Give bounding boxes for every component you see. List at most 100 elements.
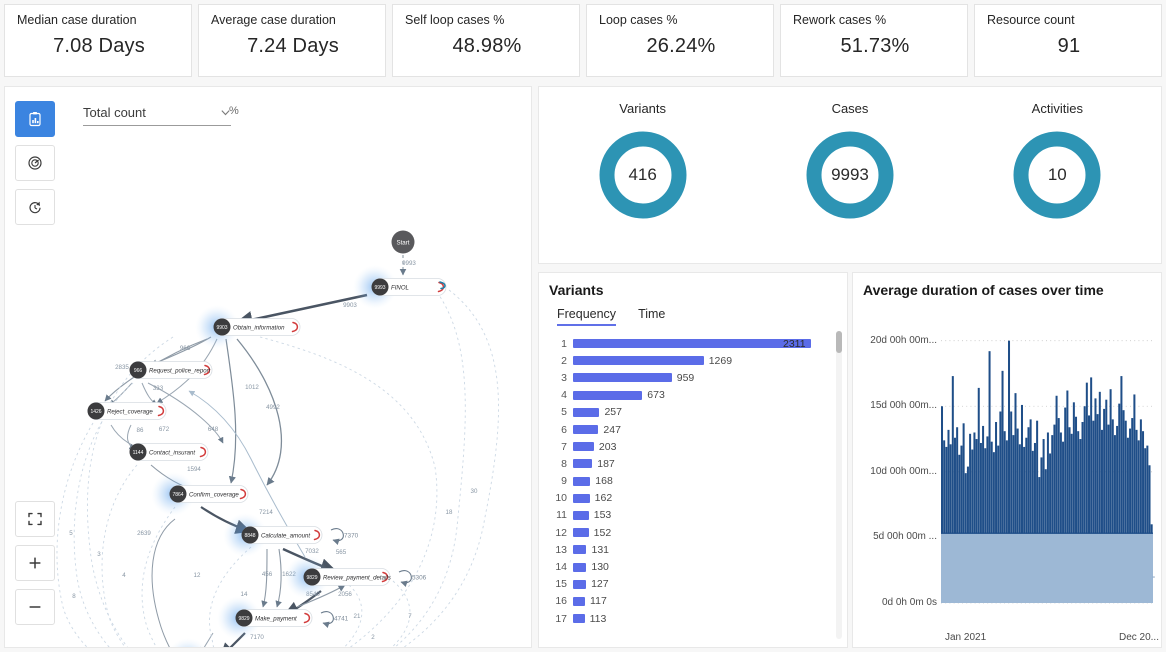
process-graph[interactable]: 999399039662835333 1012499286 672 648159472… <box>5 87 532 648</box>
duration-bar <box>1120 376 1123 534</box>
performance-view-button[interactable] <box>15 145 55 181</box>
variant-row[interactable]: 15 127 <box>547 576 839 593</box>
variant-bar[interactable] <box>573 596 586 606</box>
variant-bar[interactable] <box>573 476 591 486</box>
variant-bar[interactable] <box>573 373 672 383</box>
metric-select[interactable]: Total count <box>83 105 231 126</box>
donut-variants: Variants 416 <box>539 101 746 263</box>
variant-bar[interactable] <box>573 510 589 520</box>
variant-value: 187 <box>597 457 615 470</box>
frequency-view-button[interactable] <box>15 101 55 137</box>
edge-label: 7032 <box>305 548 319 555</box>
variant-bar[interactable] <box>573 339 811 349</box>
variants-scrollbar-thumb[interactable] <box>836 331 842 353</box>
edge-label: 456 <box>262 571 273 578</box>
variant-bar[interactable] <box>573 459 593 469</box>
duration-chart-plot[interactable]: 0d 0h 0m 0s 5d 00h 00m ... 10d 00h 00m... 1… <box>853 309 1163 649</box>
node-count: 966 <box>134 368 143 374</box>
duration-bar <box>1129 428 1132 534</box>
duration-bar <box>1087 415 1091 534</box>
duration-bar <box>1008 340 1011 534</box>
variant-bar[interactable] <box>573 390 643 400</box>
process-node-finol[interactable]: 9993 FINOL <box>353 265 447 309</box>
variant-bar[interactable] <box>573 356 704 366</box>
variant-rank: 3 <box>561 371 567 384</box>
variant-bar[interactable] <box>573 442 594 452</box>
variant-row[interactable]: 17 113 <box>547 610 839 627</box>
duration-bar <box>1055 395 1058 534</box>
start-node[interactable]: Start <box>391 230 415 254</box>
variant-bar[interactable] <box>573 407 600 417</box>
variant-bar[interactable] <box>573 562 587 572</box>
variant-row[interactable]: 9 168 <box>547 473 839 490</box>
zoom-in-button[interactable] <box>15 545 55 581</box>
tab-time[interactable]: Time <box>638 307 665 326</box>
variant-row[interactable]: 7 203 <box>547 438 839 455</box>
graph-dotted-edges <box>56 289 499 647</box>
variant-value: 153 <box>593 509 612 522</box>
variant-bar[interactable] <box>573 614 585 624</box>
kpi-value: 26.24% <box>646 35 716 57</box>
minus-icon <box>29 606 41 608</box>
duration-bar <box>979 442 982 534</box>
duration-bar <box>973 432 976 534</box>
edge-label: 21 <box>354 613 361 620</box>
variant-row[interactable]: 16 117 <box>547 593 839 610</box>
edge-label: 333 <box>153 385 164 392</box>
duration-bar <box>1049 453 1052 534</box>
variant-row[interactable]: 10 162 <box>547 490 839 507</box>
variant-value: 673 <box>647 389 665 402</box>
variants-scrollbar[interactable] <box>836 331 842 639</box>
variant-bar[interactable] <box>573 425 599 435</box>
duration-bar <box>1094 398 1097 534</box>
duration-bar <box>1111 419 1114 534</box>
variant-bar[interactable] <box>573 579 587 589</box>
tab-frequency[interactable]: Frequency <box>557 307 617 326</box>
kpi-card-resource-count: Resource count 91 <box>974 4 1162 77</box>
gauge-icon <box>28 156 42 170</box>
variant-row[interactable]: 13 131 <box>547 541 839 558</box>
variant-rank: 13 <box>555 543 567 556</box>
edge-label: 3 <box>97 551 101 558</box>
duration-bar <box>1036 420 1039 534</box>
variant-value: 2311 <box>783 337 806 350</box>
duration-bar <box>1072 402 1075 534</box>
duration-bar <box>1077 431 1080 534</box>
variant-row[interactable]: 6 247 <box>547 421 839 438</box>
rework-view-button[interactable] <box>15 189 55 225</box>
duration-chart-title: Average duration of cases over time <box>863 282 1104 298</box>
duration-bar <box>990 441 993 534</box>
x-axis-tick-label-start: Jan 2021 <box>945 632 987 643</box>
duration-bar <box>1137 440 1140 534</box>
variant-bar[interactable] <box>573 528 589 538</box>
variant-row[interactable]: 1 2311 <box>547 335 839 352</box>
duration-bar <box>995 421 998 534</box>
donut-label: Cases <box>831 101 869 116</box>
duration-bar <box>953 437 956 534</box>
variant-row[interactable]: 3 959 <box>547 369 839 386</box>
zoom-out-button[interactable] <box>15 589 55 625</box>
variant-row[interactable]: 5 257 <box>547 404 839 421</box>
duration-bar <box>1085 382 1088 534</box>
variant-bar[interactable] <box>573 493 590 503</box>
duration-bar <box>956 427 959 534</box>
variant-row[interactable]: 12 152 <box>547 524 839 541</box>
process-node-confirm[interactable]: 7864 Confirm_coverage <box>151 472 249 516</box>
variant-row[interactable]: 4 673 <box>547 387 839 404</box>
node-label: Confirm_coverage <box>189 491 239 498</box>
variant-bar[interactable] <box>573 545 587 555</box>
duration-bar <box>960 445 963 534</box>
variant-value: 162 <box>594 492 613 505</box>
edge-label: 86 <box>137 427 144 434</box>
variant-row[interactable]: 2 1269 <box>547 352 839 369</box>
process-node-police[interactable]: 966 Request_police_report <box>129 361 213 379</box>
duration-bar <box>1012 435 1015 534</box>
variant-row[interactable]: 11 153 <box>547 507 839 524</box>
fit-to-screen-button[interactable] <box>15 501 55 537</box>
variant-row[interactable]: 8 187 <box>547 455 839 472</box>
variant-row[interactable]: 14 130 <box>547 558 839 575</box>
variants-bar-list: 1 2311 2 1269 3 959 4 673 5 257 6 247 7 203 8 187 9 168 10… <box>547 335 839 643</box>
variant-rank: 9 <box>561 475 567 488</box>
process-node-reject[interactable]: 1426 Reject_coverage <box>87 402 167 420</box>
process-node-contact[interactable]: 1144 Contact_insurant <box>129 443 209 461</box>
